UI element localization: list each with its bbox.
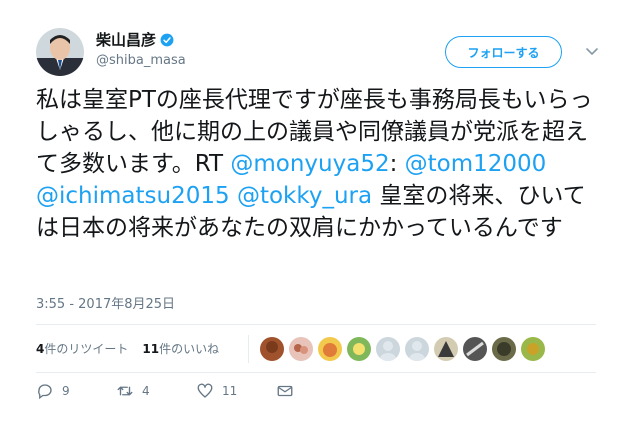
user-name[interactable]: 柴山昌彦 xyxy=(96,29,156,50)
like-count: 11 xyxy=(222,384,238,398)
stats-separator xyxy=(248,335,249,363)
verified-badge-icon xyxy=(160,33,174,46)
mention-link[interactable]: @tom12000 xyxy=(405,151,547,177)
avatar[interactable] xyxy=(36,28,84,76)
envelope-icon xyxy=(277,385,293,397)
retweets-label: 件のリツイート xyxy=(44,342,129,356)
liker-avatar[interactable] xyxy=(289,337,313,361)
likes-stat[interactable]: 11件のいいね xyxy=(142,340,219,357)
retweet-count: 4 xyxy=(142,384,150,398)
follow-button[interactable]: フォローする xyxy=(445,36,562,68)
liker-avatar[interactable] xyxy=(347,337,371,361)
retweet-button[interactable]: 4 xyxy=(116,382,196,400)
liker-avatar[interactable] xyxy=(521,337,545,361)
user-name-row[interactable]: 柴山昌彦 xyxy=(96,29,174,50)
reply-button[interactable]: 9 xyxy=(36,382,116,400)
tweet-timestamp[interactable]: 3:55 - 2017年8月25日 xyxy=(36,293,175,312)
tweet-text: 私は皇室PTの座長代理ですが座長も事務局長もいらっしゃるし、他に期の上の議員や同… xyxy=(36,84,606,244)
user-handle[interactable]: @shiba_masa xyxy=(96,53,186,68)
liker-avatar[interactable] xyxy=(376,337,400,361)
tweet-stats: 4件のリツイート 11件のいいね xyxy=(36,340,219,357)
liker-avatar[interactable] xyxy=(405,337,429,361)
liker-avatar[interactable] xyxy=(434,337,458,361)
heart-icon xyxy=(197,383,213,398)
mention-link[interactable]: @tokky_ura xyxy=(237,183,372,209)
retweets-stat[interactable]: 4件のリツイート xyxy=(36,340,128,357)
divider xyxy=(36,372,596,373)
likes-count: 11 xyxy=(142,342,160,356)
retweet-icon xyxy=(117,386,133,396)
reply-icon xyxy=(38,384,52,400)
divider xyxy=(36,324,596,325)
like-button[interactable]: 11 xyxy=(196,382,276,400)
mention-link[interactable]: @monyuya52 xyxy=(230,151,389,177)
liker-avatar[interactable] xyxy=(463,337,487,361)
tweet-text-segment: : xyxy=(389,151,405,177)
action-bar: 9 4 11 xyxy=(36,382,356,400)
message-button[interactable] xyxy=(276,382,356,400)
tweet-text-segment xyxy=(230,183,237,209)
mention-link[interactable]: @ichimatsu2015 xyxy=(36,183,230,209)
liker-avatar[interactable] xyxy=(492,337,516,361)
reply-count: 9 xyxy=(62,384,70,398)
liker-avatar[interactable] xyxy=(318,337,342,361)
likes-label: 件のいいね xyxy=(159,342,220,356)
liker-avatars xyxy=(260,337,545,361)
liker-avatar[interactable] xyxy=(260,337,284,361)
chevron-down-icon[interactable] xyxy=(584,43,600,59)
